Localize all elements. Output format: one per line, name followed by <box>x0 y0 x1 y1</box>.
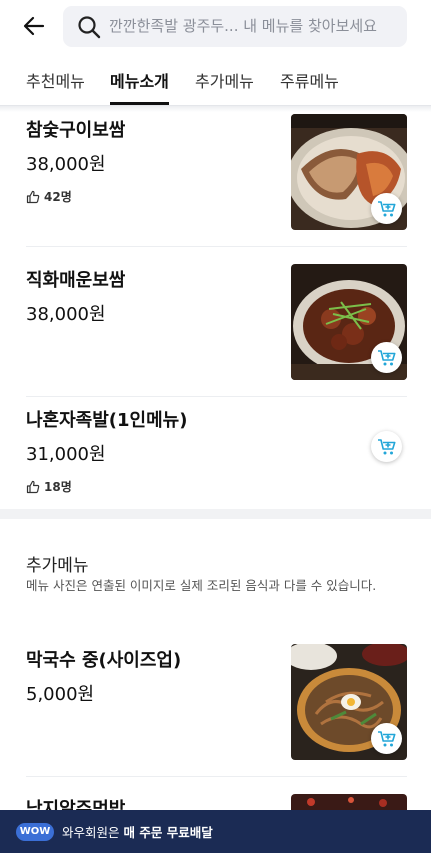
likes-count: 42명 <box>26 188 72 205</box>
search-input[interactable]: 깐깐한족발 광주두... 내 메뉴를 찾아보세요 <box>63 6 407 47</box>
menu-item-name: 막국수 중(사이즈업) <box>26 650 182 671</box>
banner-text-prefix: 와우회원은 <box>62 825 124 840</box>
menu-item-photo[interactable] <box>291 794 407 810</box>
back-arrow-icon[interactable] <box>20 12 48 40</box>
likes-count-value: 42명 <box>44 190 72 204</box>
section-separator <box>0 509 431 519</box>
add-to-cart-button[interactable] <box>371 342 402 373</box>
thumbs-up-icon <box>26 190 40 203</box>
menu-item-price: 31,000원 <box>26 444 106 465</box>
menu-item-name: 직화매운보쌈 <box>26 270 126 291</box>
cart-plus-icon <box>377 730 395 746</box>
tab-menu-intro[interactable]: 메뉴소개 <box>110 68 169 105</box>
add-to-cart-button[interactable] <box>371 723 402 754</box>
likes-count-value: 18명 <box>44 480 72 494</box>
tab-shadow <box>0 106 431 112</box>
wow-badge: WOW <box>16 822 54 841</box>
menu-item-price: 38,000원 <box>26 304 106 325</box>
wow-membership-banner[interactable]: WOW 와우회원은 매 주문 무료배달 <box>0 810 431 853</box>
menu-item-price: 5,000원 <box>26 684 95 705</box>
item-divider <box>26 776 407 777</box>
menu-tabs: 추천메뉴 메뉴소개 추가메뉴 주류메뉴 <box>0 60 431 106</box>
section-description: 메뉴 사진은 연출된 이미지로 실제 조리된 음식과 다를 수 있습니다. <box>26 578 377 593</box>
item-divider <box>26 246 407 247</box>
cart-plus-icon <box>377 200 395 216</box>
cart-plus-icon <box>377 349 395 365</box>
cart-plus-icon <box>377 438 395 454</box>
menu-item-price: 38,000원 <box>26 154 106 175</box>
item-divider <box>26 396 407 397</box>
banner-text: 와우회원은 매 주문 무료배달 <box>62 822 213 841</box>
search-placeholder: 깐깐한족발 광주두... 내 메뉴를 찾아보세요 <box>109 17 377 35</box>
thumbs-up-icon <box>26 480 40 493</box>
menu-item-name: 참숯구이보쌈 <box>26 120 126 141</box>
top-bar: 깐깐한족발 광주두... 내 메뉴를 찾아보세요 <box>0 0 431 56</box>
add-to-cart-button[interactable] <box>371 431 402 462</box>
search-icon <box>78 16 101 39</box>
tab-recommended[interactable]: 추천메뉴 <box>26 68 85 105</box>
menu-item-name: 나혼자족발(1인메뉴) <box>26 410 188 431</box>
section-title: 추가메뉴 <box>26 556 89 576</box>
add-to-cart-button[interactable] <box>371 193 402 224</box>
likes-count: 18명 <box>26 478 72 495</box>
banner-text-highlight: 매 주문 무료배달 <box>123 825 213 840</box>
tab-extra-menu[interactable]: 추가메뉴 <box>195 68 254 105</box>
tab-drinks-menu[interactable]: 주류메뉴 <box>280 68 339 105</box>
